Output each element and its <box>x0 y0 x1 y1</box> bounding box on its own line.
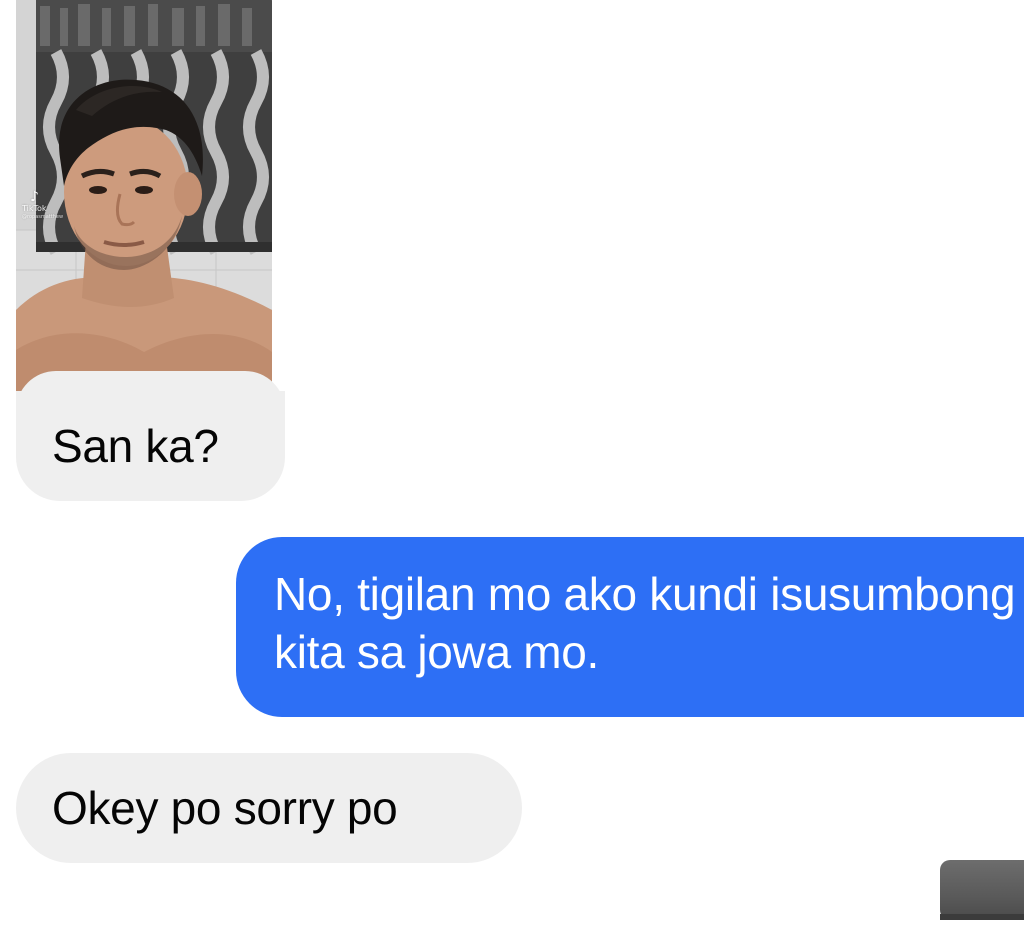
tiktok-logo-icon: ♪ <box>30 189 39 205</box>
outgoing-image-thumbnail[interactable] <box>940 860 1024 920</box>
message-text: No, tigilan mo ako kundi isusumbong kita… <box>274 568 1016 678</box>
message-text: San ka? <box>52 420 219 472</box>
incoming-message-bubble[interactable]: San ka? <box>16 371 285 501</box>
message-text: Okey po sorry po <box>52 782 398 834</box>
tiktok-watermark-label: TikTok <box>22 204 47 213</box>
tiktok-handle: @ropasmatthew <box>22 214 64 220</box>
received-video-thumbnail[interactable]: ♪ TikTok @ropasmatthew <box>16 0 272 420</box>
incoming-message-bubble[interactable]: Okey po sorry po <box>16 753 522 863</box>
tiktok-watermark: ♪ TikTok @ropasmatthew <box>22 190 63 221</box>
outgoing-message-bubble[interactable]: No, tigilan mo ako kundi isusumbong kita… <box>236 537 1024 717</box>
